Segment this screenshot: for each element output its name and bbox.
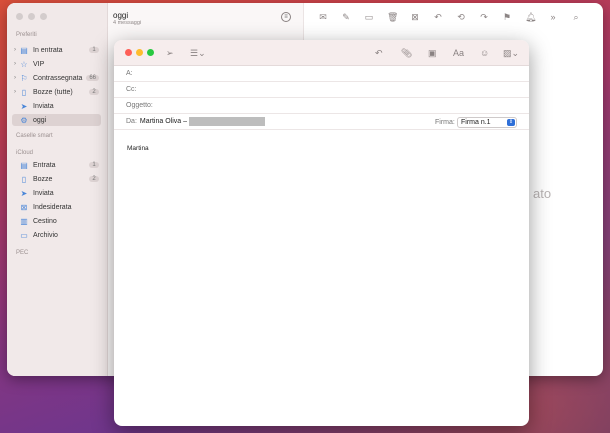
new-message-icon[interactable]: ✎	[341, 12, 351, 23]
sidebar-item-label: Inviata	[33, 102, 54, 110]
close-button[interactable]	[16, 13, 23, 20]
section-pec: PEC	[16, 250, 29, 256]
mailbox-title: oggi	[113, 11, 129, 20]
subject-field[interactable]: Oggetto:	[114, 98, 529, 114]
signature-select[interactable]: Firma n.1 ⇕	[457, 117, 517, 128]
more-icon[interactable]: »	[548, 12, 558, 22]
sidebar-item-label: Archivio	[33, 231, 58, 239]
sidebar-item-indesiderata[interactable]: ⊠ Indesiderata	[12, 201, 101, 213]
flag-icon: ⚐	[20, 73, 28, 83]
unread-count-badge: 2	[89, 176, 99, 182]
sidebar-item-label: Indesiderata	[33, 203, 72, 211]
reply-icon[interactable]: ↶	[433, 12, 443, 23]
sidebar-item-bozze-tutte[interactable]: › ▯ Bozze (tutte) 2	[12, 86, 101, 98]
sidebar-item-label: oggi	[33, 116, 47, 124]
zoom-button[interactable]	[147, 49, 154, 56]
section-icloud: iCloud	[16, 150, 34, 156]
sidebar-item-vip[interactable]: › ☆ VIP	[12, 58, 101, 70]
emoji-icon[interactable]: ☺	[480, 47, 489, 59]
search-icon[interactable]: ⌕	[571, 12, 581, 23]
inbox-icon: ▤	[20, 45, 28, 55]
cc-field[interactable]: Cc:	[114, 82, 529, 98]
section-preferiti: Preferiti	[16, 32, 37, 38]
sidebar-item-label: Cestino	[33, 217, 57, 225]
from-value: Martina Oliva –	[139, 118, 187, 125]
signature-value: Firma n.1	[461, 119, 491, 126]
trash-icon: ▥	[20, 216, 28, 226]
inbox-icon: ▤	[20, 160, 28, 170]
archive-icon[interactable]: ▭	[364, 12, 374, 23]
reply-icon[interactable]: ↶	[375, 47, 383, 59]
chevron-right-icon[interactable]: ›	[12, 75, 18, 81]
to-field[interactable]: A:	[114, 66, 529, 82]
unread-count-badge: 1	[89, 162, 99, 168]
redacted-email	[188, 116, 265, 126]
header-fields-icon[interactable]: ☰⌄	[190, 47, 206, 59]
from-label: Da:	[126, 118, 137, 125]
main-toolbar: ✉ ✎ ▭ 🗑︎ ⊠ ↶ ⟲ ↷ ⚑ 🔔︎ » ⌕	[304, 3, 603, 31]
filter-icon[interactable]: ≡	[281, 12, 291, 22]
chevron-right-icon[interactable]: ›	[12, 47, 18, 53]
message-count: 4 messaggi	[113, 20, 142, 26]
no-message-selected-text: ato	[533, 186, 552, 201]
sidebar-item-label: Contrassegnata	[33, 74, 83, 82]
chevron-right-icon[interactable]: ›	[12, 89, 18, 95]
junk-icon: ⊠	[20, 202, 28, 212]
sidebar: Preferiti › ▤ In entrata 1 › ☆ VIP › ⚐ Contrasseg…	[7, 3, 108, 376]
unread-count-badge: 1	[89, 47, 99, 53]
draft-icon: ▯	[21, 174, 27, 184]
chevron-right-icon[interactable]: ›	[12, 61, 18, 67]
sidebar-item-contrassegnata[interactable]: › ⚐ Contrassegnata 66	[12, 72, 101, 84]
unread-count-badge: 2	[89, 89, 99, 95]
select-stepper-icon: ⇕	[507, 119, 515, 126]
forward-icon[interactable]: ↷	[479, 12, 489, 23]
sent-icon: ➤	[20, 101, 28, 111]
sidebar-item-archivio[interactable]: ▭ Archivio	[12, 229, 101, 241]
minimize-button[interactable]	[136, 49, 143, 56]
sidebar-item-entrata[interactable]: ▤ Entrata 1	[12, 159, 101, 171]
star-icon: ☆	[20, 59, 28, 69]
photo-browser-icon[interactable]: ▨⌄	[503, 47, 519, 59]
unread-count-badge: 66	[86, 75, 99, 81]
sidebar-item-label: Bozze	[33, 175, 53, 183]
notifications-icon[interactable]: 🔔︎	[525, 12, 536, 23]
sidebar-item-inviata[interactable]: ➤ Inviata	[12, 187, 101, 199]
sidebar-item-oggi[interactable]: ⚙ oggi	[12, 114, 101, 126]
stationery-icon[interactable]: ▣	[428, 47, 437, 59]
zoom-button[interactable]	[40, 13, 47, 20]
junk-icon[interactable]: ⊠	[410, 12, 420, 23]
compose-toolbar: ➢ ☰⌄ ↶ 📎︎ ▣ Aa ☺ ▨⌄	[114, 40, 529, 66]
sidebar-item-inviata[interactable]: ➤ Inviata	[12, 100, 101, 112]
sidebar-item-label: Bozze (tutte)	[33, 88, 73, 96]
cc-label: Cc:	[126, 86, 137, 93]
sidebar-item-label: In entrata	[33, 46, 63, 54]
signature-label: Firma:	[435, 119, 455, 126]
minimize-button[interactable]	[28, 13, 35, 20]
sidebar-item-cestino[interactable]: ▥ Cestino	[12, 215, 101, 227]
flag-icon[interactable]: ⚑	[502, 12, 512, 23]
section-caselle-smart: Caselle smart	[16, 133, 53, 139]
sidebar-item-bozze[interactable]: ▯ Bozze 2	[12, 173, 101, 185]
sent-icon: ➤	[20, 188, 28, 198]
draft-icon: ▯	[21, 87, 27, 97]
compose-window: ➢ ☰⌄ ↶ 📎︎ ▣ Aa ☺ ▨⌄ A: Cc: Oggetto: Da: M…	[114, 40, 529, 426]
trash-icon[interactable]: 🗑︎	[387, 12, 398, 23]
sidebar-item-label: VIP	[33, 60, 45, 68]
attachment-icon[interactable]: 📎︎	[401, 47, 412, 59]
smart-mailbox-icon: ⚙	[20, 115, 28, 125]
sidebar-item-label: Inviata	[33, 189, 54, 197]
send-icon[interactable]: ➢	[166, 47, 174, 59]
sidebar-item-label: Entrata	[33, 161, 56, 169]
window-controls	[125, 49, 154, 56]
close-button[interactable]	[125, 49, 132, 56]
window-controls-inactive	[16, 13, 47, 20]
to-label: A:	[126, 70, 133, 77]
message-body[interactable]: Martina	[127, 145, 149, 152]
sidebar-item-in-entrata[interactable]: › ▤ In entrata 1	[12, 44, 101, 56]
reply-all-icon[interactable]: ⟲	[456, 12, 466, 23]
font-button[interactable]: Aa	[453, 47, 464, 59]
subject-label: Oggetto:	[126, 102, 153, 109]
archive-icon: ▭	[20, 230, 28, 240]
get-mail-icon[interactable]: ✉	[318, 12, 328, 23]
